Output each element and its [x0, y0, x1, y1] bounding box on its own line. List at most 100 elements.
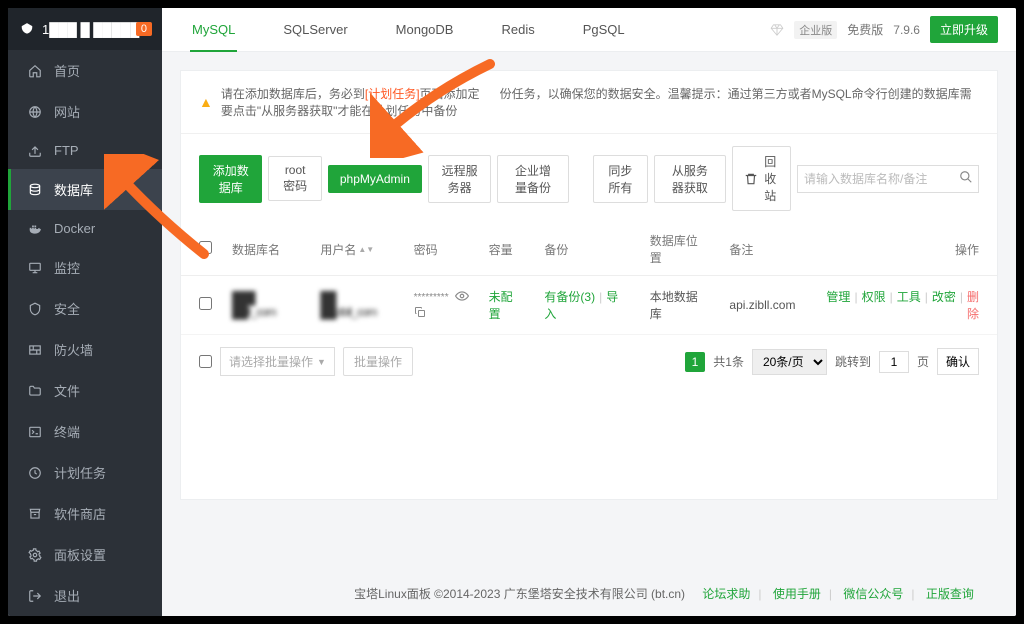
sync-all-button[interactable]: 同步所有	[593, 155, 649, 203]
select-all-checkbox[interactable]	[199, 241, 212, 254]
table-footer: 请选择批量操作 ▼ 批量操作 1 共1条 20条/页 跳转到 页 确认	[181, 335, 997, 388]
batch-select[interactable]: 请选择批量操作 ▼	[220, 347, 335, 376]
tab-redis[interactable]: Redis	[489, 8, 546, 52]
exit-icon	[28, 589, 42, 603]
sidebar-item-label: 网站	[54, 102, 80, 121]
docker-icon	[28, 222, 42, 236]
panel: ▲ 请在添加数据库后，务必到[计划任务]页面添加定 份任务，以确保您的数据安全。…	[180, 70, 998, 500]
sidebar-item-home[interactable]: 首页	[8, 50, 162, 91]
current-page[interactable]: 1	[685, 352, 706, 372]
op-perm[interactable]: 权限	[862, 290, 886, 304]
eye-icon[interactable]	[455, 289, 469, 306]
cron-link[interactable]: [计划任务]	[365, 87, 420, 101]
sidebar-item-label: 面板设置	[54, 545, 106, 564]
tab-mysql[interactable]: MySQL	[180, 8, 247, 52]
search-box	[797, 165, 979, 193]
home-icon	[28, 64, 42, 78]
th-capacity: 容量	[479, 223, 535, 276]
sidebar-item-docker[interactable]: Docker	[8, 210, 162, 247]
sidebar-item-cron[interactable]: 计划任务	[8, 452, 162, 493]
database-table: 数据库名 用户名 ▲▼ 密码 容量 备份 数据库位置 备注 操作	[181, 223, 997, 335]
tab-sqlserver[interactable]: SQLServer	[271, 8, 359, 52]
sort-icon: ▲▼	[358, 245, 374, 254]
table-row: ███ ██ll_com ██ ██zibll_com *********	[181, 276, 997, 335]
th-user[interactable]: 用户名 ▲▼	[310, 223, 403, 276]
sidebar-item-store[interactable]: 软件商店	[8, 493, 162, 534]
firewall-icon	[28, 343, 42, 357]
db-remark[interactable]: api.zibll.com	[719, 276, 805, 335]
logo-icon	[20, 22, 34, 36]
diamond-icon	[770, 23, 784, 37]
footer-link-wechat[interactable]: 微信公众号	[843, 587, 903, 601]
sidebar-item-files[interactable]: 文件	[8, 370, 162, 411]
op-delete[interactable]: 删除	[967, 290, 979, 321]
remote-server-button[interactable]: 远程服务器	[428, 155, 491, 203]
sidebar-item-firewall[interactable]: 防火墙	[8, 329, 162, 370]
capacity-link[interactable]: 未配置	[489, 290, 513, 321]
sidebar-item-label: 计划任务	[54, 463, 106, 482]
tab-mongodb[interactable]: MongoDB	[384, 8, 466, 52]
op-edit[interactable]: 改密	[932, 290, 956, 304]
batch-button[interactable]: 批量操作	[343, 347, 413, 376]
jump-label: 跳转到	[835, 353, 871, 370]
footer-link-manual[interactable]: 使用手册	[773, 587, 821, 601]
sidebar-item-label: 数据库	[54, 180, 93, 199]
backup-link[interactable]: 有备份(3)	[544, 290, 595, 304]
trash-icon	[744, 172, 758, 186]
recycle-button[interactable]: 回收站	[732, 146, 792, 211]
search-input[interactable]	[804, 172, 959, 186]
main: MySQL SQLServer MongoDB Redis PgSQL 企业版 …	[162, 8, 1016, 616]
row-checkbox[interactable]	[199, 297, 212, 310]
sidebar-item-label: FTP	[54, 143, 79, 158]
op-manage[interactable]: 管理	[826, 290, 850, 304]
root-password-button[interactable]: root密码	[268, 156, 321, 201]
tab-pgsql[interactable]: PgSQL	[571, 8, 637, 52]
confirm-button[interactable]: 确认	[937, 348, 979, 375]
jump-input[interactable]	[879, 351, 909, 373]
message-badge[interactable]: 0	[136, 22, 152, 36]
th-location: 数据库位置	[640, 223, 720, 276]
page-size-select[interactable]: 20条/页	[752, 349, 827, 375]
db-name: ███ ██ll_com	[232, 291, 276, 319]
search-icon	[959, 170, 973, 184]
terminal-icon	[28, 425, 42, 439]
server-name: 1███ █ █████	[42, 22, 139, 37]
op-tool[interactable]: 工具	[897, 290, 921, 304]
sidebar-item-terminal[interactable]: 终端	[8, 411, 162, 452]
sidebar-item-database[interactable]: 数据库	[8, 169, 162, 210]
footer: 宝塔Linux面板 ©2014-2023 广东堡塔安全技术有限公司 (bt.cn…	[316, 585, 1016, 602]
sidebar-item-label: 软件商店	[54, 504, 106, 523]
globe-icon	[28, 105, 42, 119]
th-name: 数据库名	[222, 223, 310, 276]
warning-icon: ▲	[199, 94, 213, 110]
sidebar-item-label: 终端	[54, 422, 80, 441]
batch-checkbox[interactable]	[199, 355, 212, 368]
sidebar-item-label: 防火墙	[54, 340, 93, 359]
fetch-server-button[interactable]: 从服务器获取	[654, 155, 725, 203]
sidebar: 1███ █ █████ 0 首页 网站 FTP 数据库 Docker 监控	[8, 8, 162, 616]
footer-link-genuine[interactable]: 正版查询	[926, 587, 974, 601]
free-label: 免费版	[847, 21, 883, 38]
th-backup: 备份	[534, 223, 639, 276]
enterprise-backup-button[interactable]: 企业增量备份	[497, 155, 568, 203]
search-button[interactable]	[959, 170, 973, 187]
th-ops: 操作	[805, 223, 997, 276]
version-text: 7.9.6	[893, 23, 920, 37]
sidebar-item-exit[interactable]: 退出	[8, 575, 162, 616]
sidebar-item-security[interactable]: 安全	[8, 288, 162, 329]
sidebar-item-settings[interactable]: 面板设置	[8, 534, 162, 575]
db-user: ██ ██zibll_com	[320, 291, 376, 319]
upgrade-button[interactable]: 立即升级	[930, 16, 998, 43]
sidebar-item-site[interactable]: 网站	[8, 91, 162, 132]
enterprise-badge[interactable]: 企业版	[794, 21, 837, 39]
sidebar-item-ftp[interactable]: FTP	[8, 132, 162, 169]
phpmyadmin-button[interactable]: phpMyAdmin	[328, 165, 422, 193]
copy-icon[interactable]	[414, 309, 426, 321]
footer-link-forum[interactable]: 论坛求助	[702, 587, 750, 601]
clock-icon	[28, 466, 42, 480]
folder-icon	[28, 384, 42, 398]
add-database-button[interactable]: 添加数据库	[199, 155, 262, 203]
pager: 1 共1条 20条/页 跳转到 页 确认	[685, 348, 979, 375]
tabbar: MySQL SQLServer MongoDB Redis PgSQL 企业版 …	[162, 8, 1016, 52]
sidebar-item-monitor[interactable]: 监控	[8, 247, 162, 288]
